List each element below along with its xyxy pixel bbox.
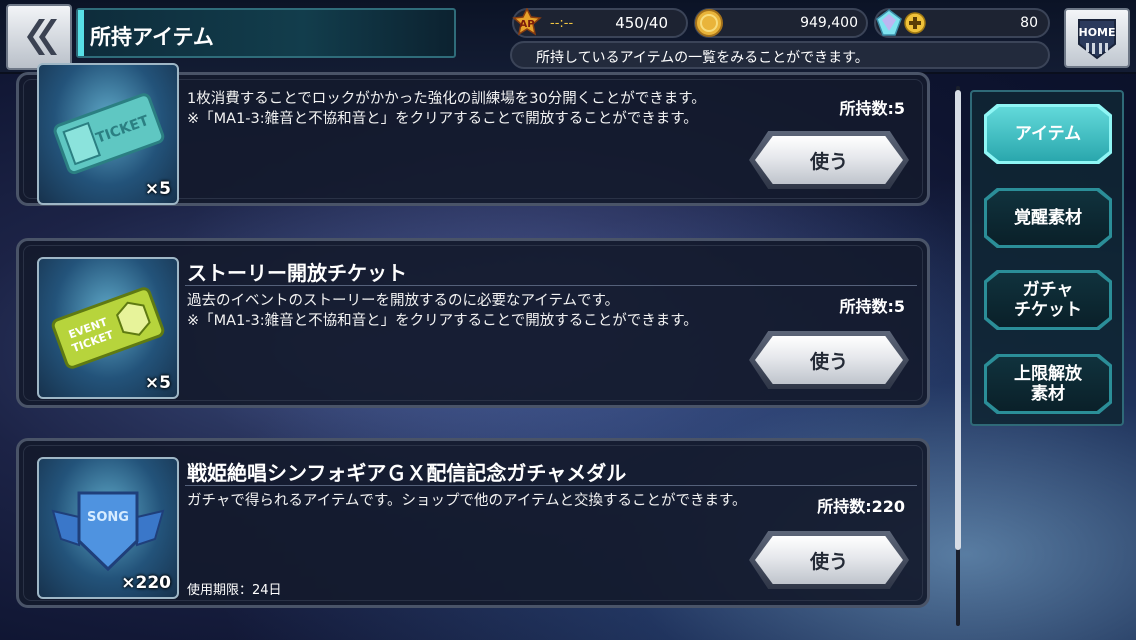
owned-count: 所持数:5: [839, 297, 905, 316]
use-button[interactable]: 使う: [749, 531, 909, 589]
page-description-bar: 所持しているアイテムの一覧をみることができます。: [510, 41, 1050, 69]
item-card-story-ticket: EVENT TICKET ×5 ストーリー開放チケット 過去のイベントのストーリ…: [16, 238, 930, 408]
page-title: 所持アイテム: [90, 25, 214, 49]
tab-awakening-materials[interactable]: 覚醒素材: [984, 188, 1112, 248]
item-description: 1枚消費することでロックがかかった強化の訓練場を30分開くことができます。 ※「…: [187, 91, 706, 127]
item-name: 戦姫絶唱シンフォギアＧＸ配信記念ガチャメダル: [187, 461, 627, 485]
title-accent: [78, 10, 84, 56]
tab-gacha-tickets[interactable]: ガチャ チケット: [984, 270, 1112, 330]
gem-icon: [876, 9, 902, 36]
expiry-label: 使用期限：24日: [187, 583, 282, 598]
svg-text:AP: AP: [519, 19, 534, 30]
use-button[interactable]: 使う: [749, 331, 909, 389]
owned-count: 所持数:5: [839, 99, 905, 118]
use-button-label: 使う: [755, 536, 903, 584]
item-quantity: ×220: [121, 573, 171, 593]
use-button[interactable]: 使う: [749, 131, 909, 189]
double-chevron-left-icon: [27, 19, 57, 55]
ap-value: 450/40: [615, 14, 668, 32]
use-button-label: 使う: [755, 136, 903, 184]
name-divider: [185, 285, 917, 286]
item-thumbnail: EVENT TICKET ×5: [37, 257, 179, 399]
tab-limit-break-materials[interactable]: 上限解放 素材: [984, 354, 1112, 414]
scrollbar-thumb[interactable]: [955, 90, 961, 550]
tab-label: アイテム: [987, 107, 1109, 161]
ap-icon: AP: [512, 8, 542, 36]
item-name: ストーリー開放チケット: [187, 261, 407, 285]
name-divider: [185, 485, 917, 486]
tab-label: 覚醒素材: [987, 191, 1109, 245]
category-tab-panel: アイテム 覚醒素材 ガチャ チケット 上限解放 素材: [970, 90, 1124, 426]
item-thumbnail: SONG ×220: [37, 457, 179, 599]
item-quantity: ×5: [144, 179, 171, 199]
page-description: 所持しているアイテムの一覧をみることができます。: [536, 50, 869, 66]
home-button[interactable]: HOME: [1064, 8, 1130, 68]
svg-text:SONG: SONG: [87, 510, 129, 525]
home-label: HOME: [1078, 26, 1116, 39]
item-thumbnail: TICKET ×5: [37, 63, 179, 205]
item-description: ガチャで得られるアイテムです。ショップで他のアイテムと交換することができます。: [187, 493, 747, 509]
item-card-training-ticket: TICKET ×5 1枚消費することでロックがかかった強化の訓練場を30分開くこ…: [16, 63, 930, 206]
tab-label: 上限解放 素材: [987, 357, 1109, 411]
coin-icon: [695, 9, 723, 37]
use-button-label: 使う: [755, 336, 903, 384]
gem-counter: 80: [874, 8, 1050, 38]
ap-timer: --:--: [550, 16, 574, 31]
tab-label: ガチャ チケット: [987, 273, 1109, 327]
owned-count: 所持数:220: [817, 497, 905, 516]
coin-value: 949,400: [800, 15, 858, 31]
item-quantity: ×5: [144, 373, 171, 393]
item-description: 過去のイベントのストーリーを開放するのに必要なアイテムです。 ※「MA1-3:雑…: [187, 293, 698, 329]
gem-value: 80: [1020, 15, 1038, 31]
item-card-gacha-medal: SONG ×220 戦姫絶唱シンフォギアＧＸ配信記念ガチャメダル ガチャで得られ…: [16, 438, 930, 608]
coin-counter: 949,400: [694, 8, 868, 38]
tab-items[interactable]: アイテム: [984, 104, 1112, 164]
ap-counter: AP --:-- 450/40: [512, 8, 688, 38]
add-gem-icon[interactable]: [904, 12, 926, 34]
page-title-bar: 所持アイテム: [76, 8, 456, 58]
back-button[interactable]: [6, 4, 72, 70]
